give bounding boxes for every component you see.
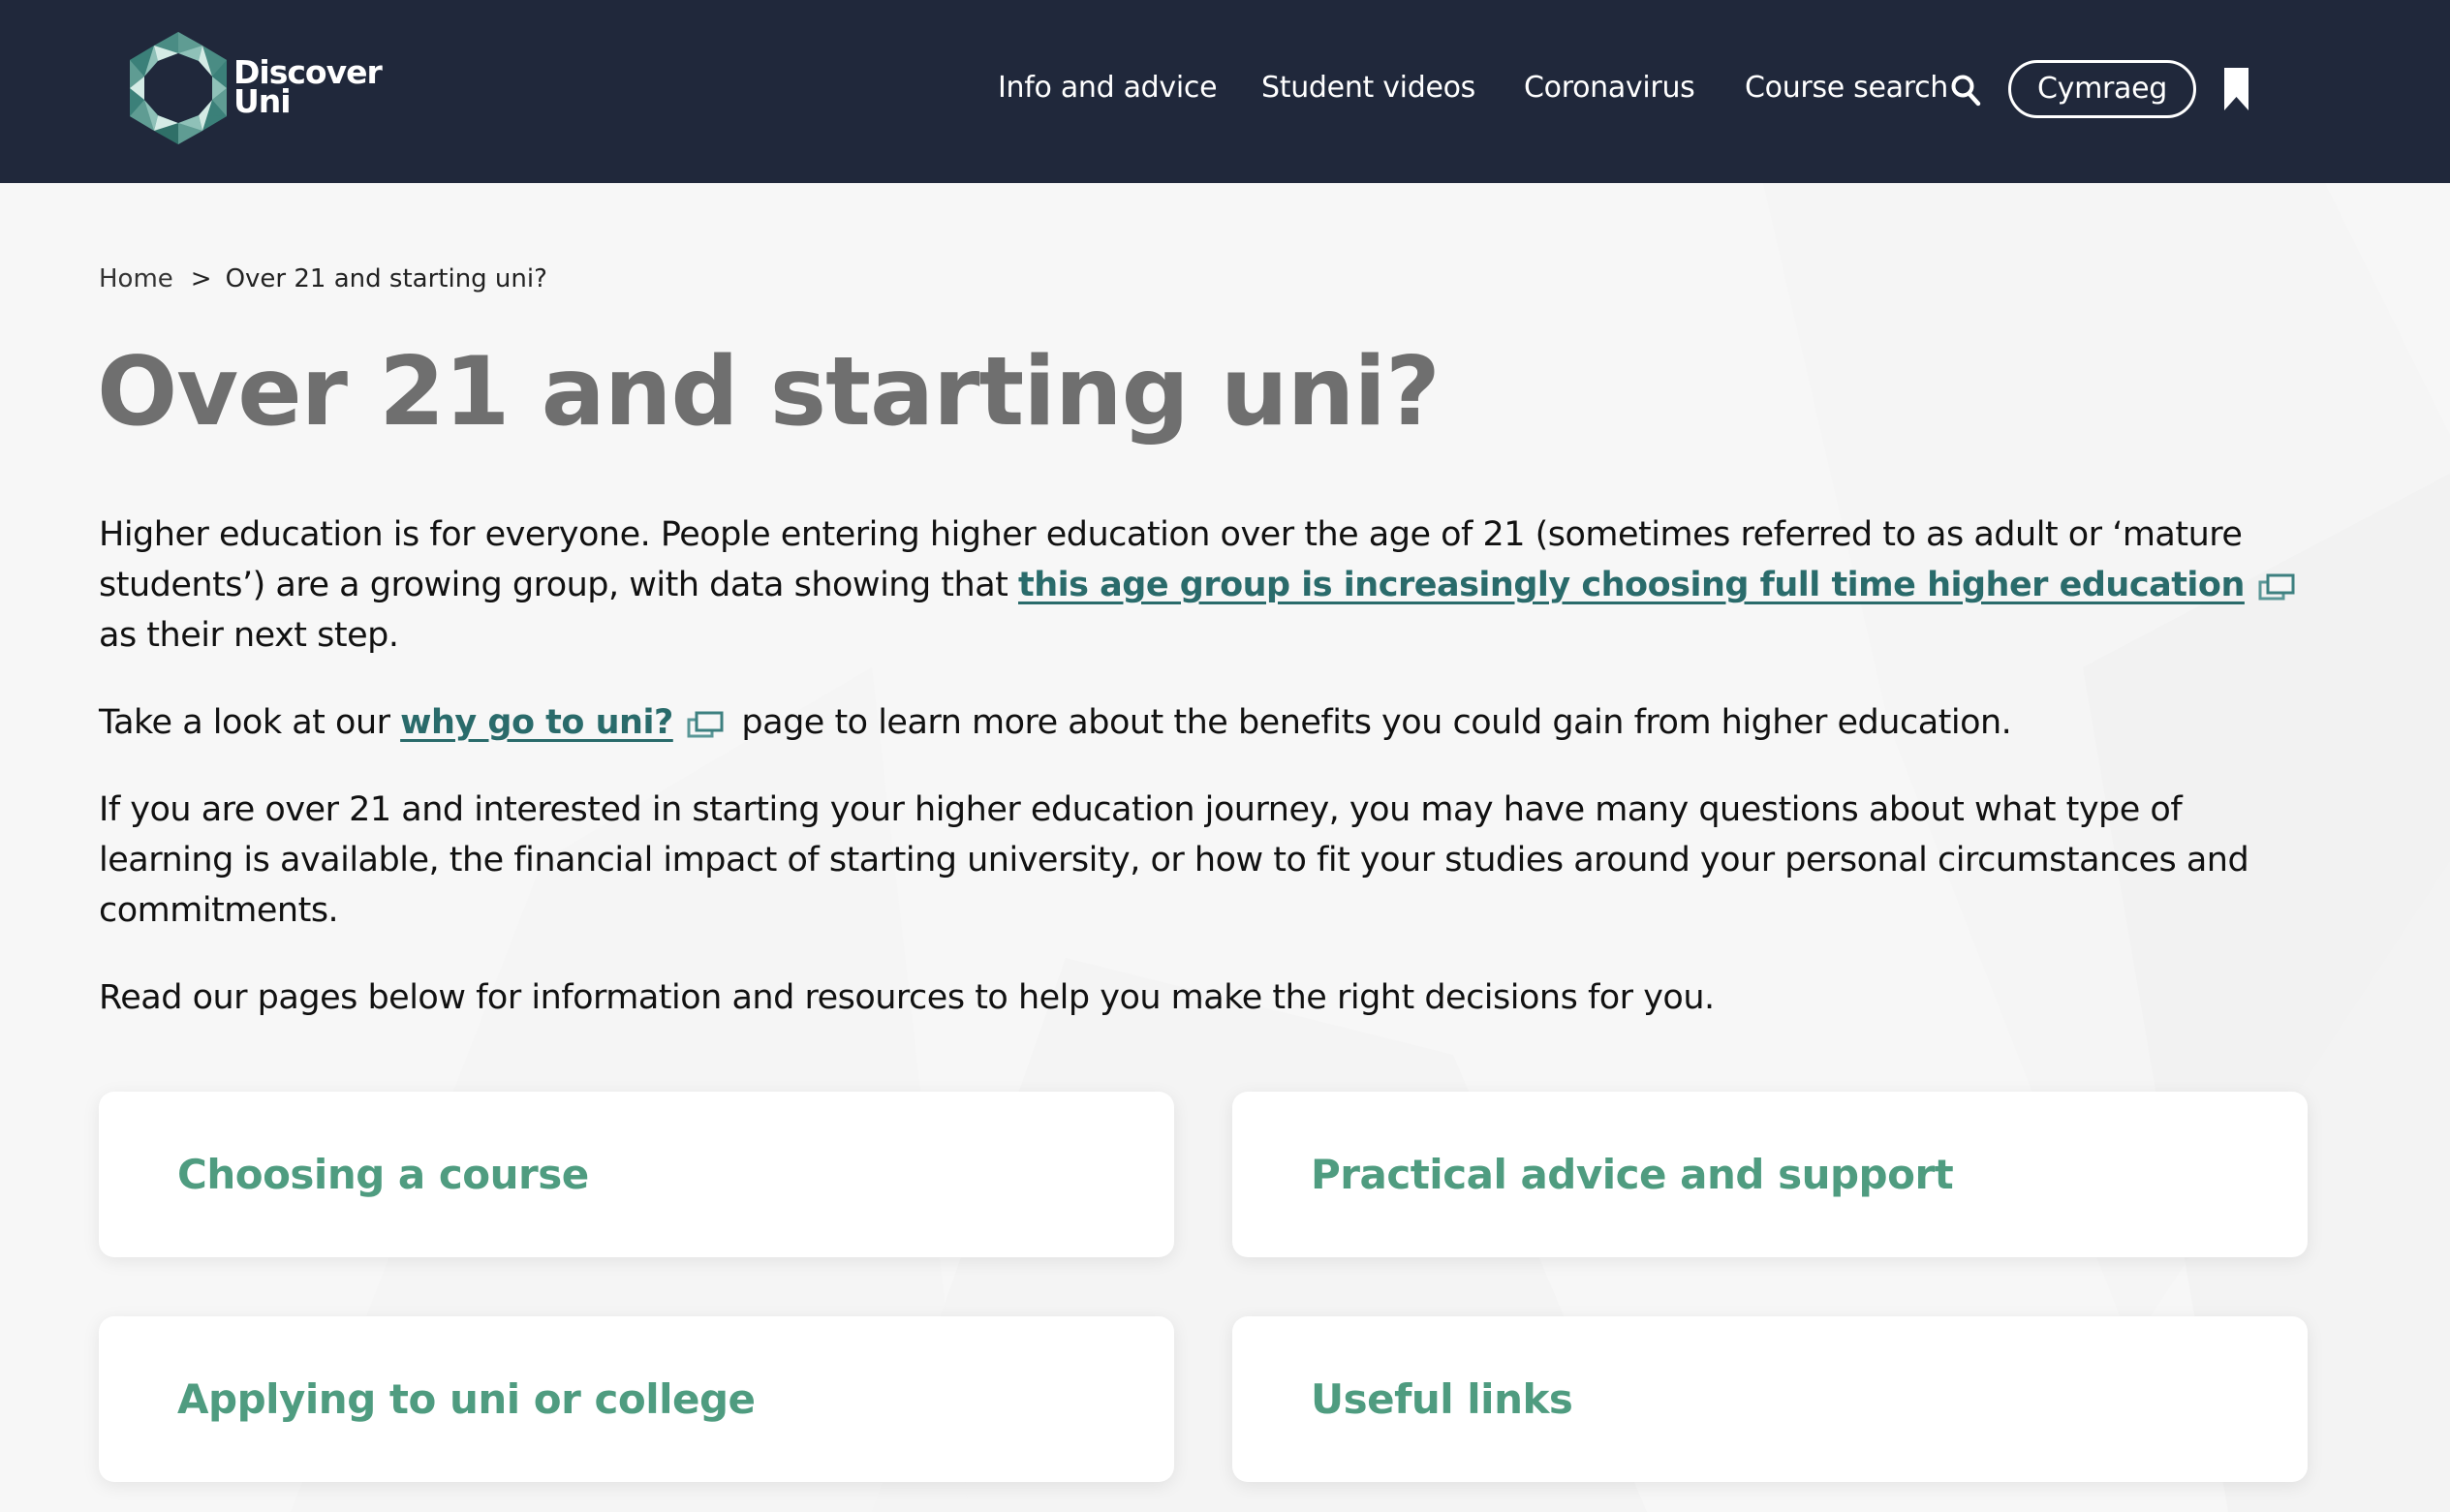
nav-course-search[interactable]: Course search xyxy=(1745,66,1948,110)
card-useful-links[interactable]: Useful links xyxy=(1232,1316,2308,1482)
card-label: Applying to uni or college xyxy=(177,1375,756,1423)
external-link-icon xyxy=(687,711,724,738)
card-label: Useful links xyxy=(1311,1375,1573,1423)
site-header: Discover Uni Info and advice Student vid… xyxy=(0,0,2450,183)
intro-paragraph-1: Higher education is for everyone. People… xyxy=(99,509,2317,661)
nav-info-and-advice[interactable]: Info and advice xyxy=(998,66,1218,110)
nav-coronavirus[interactable]: Coronavirus xyxy=(1524,66,1695,110)
card-label: Choosing a course xyxy=(177,1151,589,1198)
age-group-stats-link[interactable]: this age group is increasingly choosing … xyxy=(1018,566,2245,604)
paragraph-text: as their next step. xyxy=(99,616,399,655)
card-practical-advice-and-support[interactable]: Practical advice and support xyxy=(1232,1092,2308,1257)
breadcrumb: Home > Over 21 and starting uni? xyxy=(99,262,547,296)
breadcrumb-separator: > xyxy=(190,264,212,293)
language-toggle-button[interactable]: Cymraeg xyxy=(2008,60,2196,118)
intro-paragraph-4: Read our pages below for information and… xyxy=(99,978,1715,1017)
why-go-to-uni-link[interactable]: why go to uni? xyxy=(400,703,673,742)
bookmark-icon[interactable] xyxy=(2224,68,2248,110)
card-applying-to-uni-or-college[interactable]: Applying to uni or college xyxy=(99,1316,1174,1482)
intro-paragraph-2: Take a look at our why go to uni? page t… xyxy=(99,697,2317,748)
logo-text-line2: Uni xyxy=(233,82,292,120)
discover-uni-logo-icon xyxy=(130,32,227,144)
external-link-icon xyxy=(2258,573,2295,601)
paragraph-text: Take a look at our xyxy=(99,703,401,742)
intro-content: Higher education is for everyone. People… xyxy=(99,509,2317,1060)
nav-student-videos[interactable]: Student videos xyxy=(1261,66,1475,110)
card-choosing-a-course[interactable]: Choosing a course xyxy=(99,1092,1174,1257)
page-title: Over 21 and starting uni? xyxy=(97,337,1441,447)
paragraph-text: page to learn more about the benefits yo… xyxy=(730,703,2012,742)
breadcrumb-home[interactable]: Home xyxy=(99,264,173,293)
search-icon[interactable] xyxy=(1950,74,1981,107)
logo-text: Discover Uni xyxy=(233,56,383,120)
breadcrumb-current: Over 21 and starting uni? xyxy=(225,264,547,293)
intro-paragraph-3: If you are over 21 and interested in sta… xyxy=(99,790,2249,930)
card-label: Practical advice and support xyxy=(1311,1151,1954,1198)
